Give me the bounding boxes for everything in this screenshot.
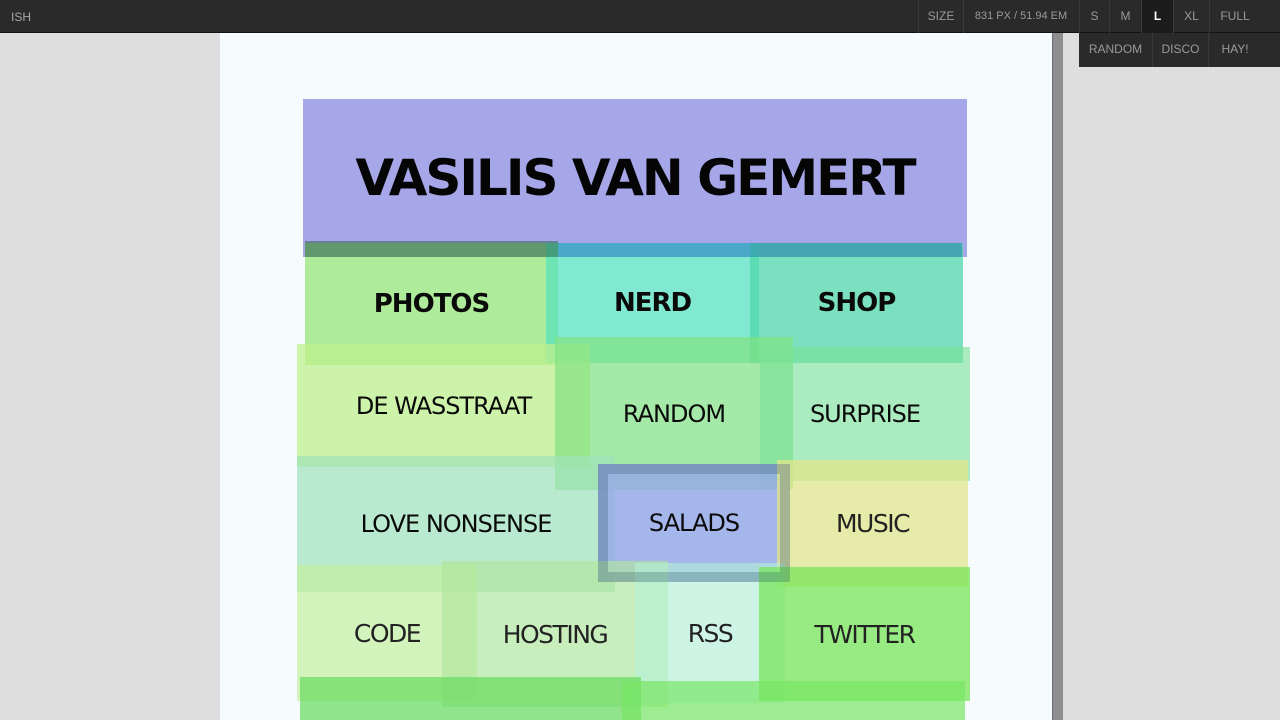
hay-mode-button[interactable]: HAY! [1209,33,1261,67]
tile-twitter[interactable]: TWITTER [759,567,970,701]
viewport-resize-handle[interactable] [1052,33,1063,720]
tile-de-wasstraat[interactable]: DE WASSTRAAT [297,344,590,467]
size-button-m[interactable]: M [1109,0,1141,33]
size-button-xl[interactable]: XL [1173,0,1209,33]
size-button-s[interactable]: S [1079,0,1109,33]
ish-toolbar: ISH SIZE 831 PX / 51.94 EM S M L XL FULL [0,0,1280,33]
size-label: SIZE [918,0,963,33]
mode-toolbar: RANDOM DISCO HAY! [1079,33,1280,67]
size-button-full[interactable]: FULL [1209,0,1260,33]
site-header: VASILIS VAN GEMERT [303,99,967,257]
random-size-button[interactable]: RANDOM [1079,33,1153,67]
ish-logo[interactable]: ISH [11,10,31,24]
size-value-readout: 831 PX / 51.94 EM [963,0,1078,33]
size-button-l[interactable]: L [1141,0,1173,33]
site-title[interactable]: VASILIS VAN GEMERT [355,149,916,207]
viewport-frame: VASILIS VAN GEMERT PHOTOS NERD SHOP DE W… [220,33,1052,720]
disco-mode-button[interactable]: DISCO [1153,33,1209,67]
